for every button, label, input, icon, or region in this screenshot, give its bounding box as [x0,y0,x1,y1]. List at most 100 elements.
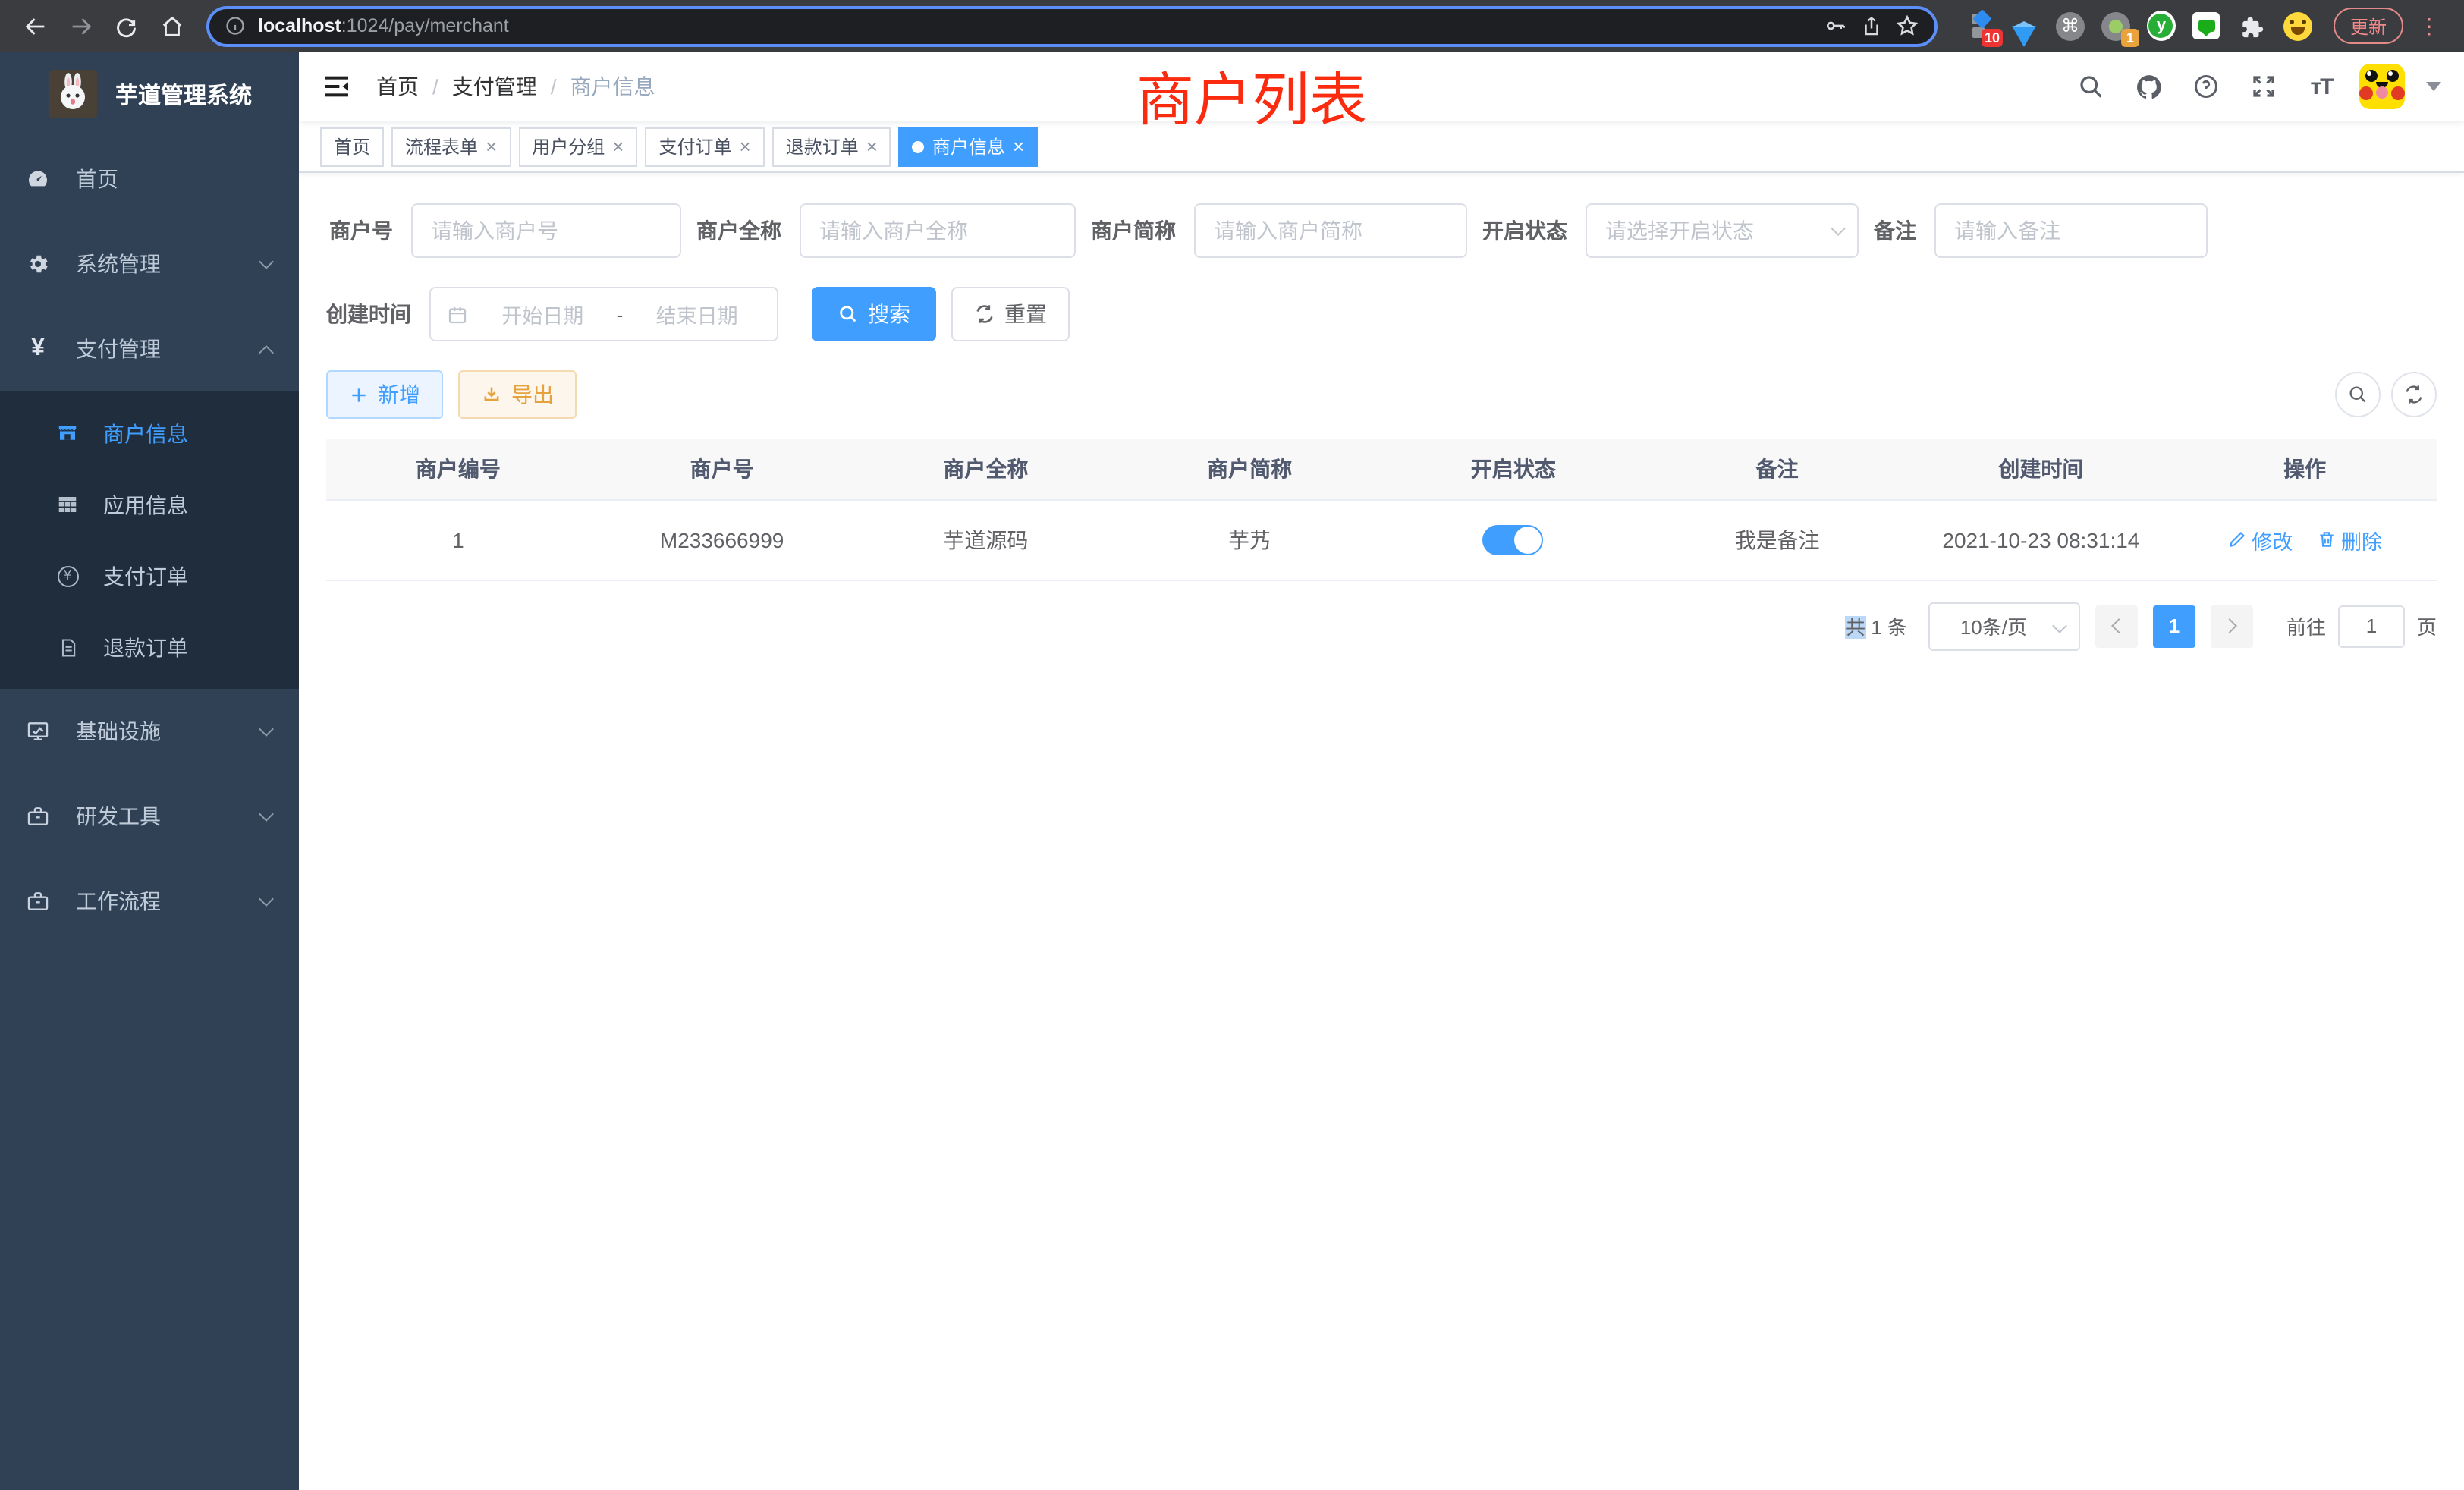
chevron-down-icon [259,806,274,822]
bookmark-star-icon[interactable] [1895,14,1919,38]
show-search-toggle-button[interactable] [2335,372,2381,417]
status-select[interactable]: 请选择开启状态 [1586,203,1859,258]
breadcrumb-separator: / [432,74,438,99]
extension-recorder-icon[interactable]: 1 [2101,11,2130,40]
remark-input[interactable] [1934,203,2208,258]
tab-home[interactable]: 首页 [320,127,384,166]
status-toggle[interactable] [1483,524,1544,555]
site-info-icon[interactable] [225,15,246,36]
extension-gem-icon[interactable] [2010,11,2039,40]
header-search-icon[interactable] [2071,67,2110,106]
filter-status: 开启状态 请选择开启状态 [1482,203,1859,258]
extension-command-icon[interactable]: ⌘ [2056,11,2085,40]
refresh-table-button[interactable] [2391,372,2437,417]
sidebar-item-payment[interactable]: ¥ 支付管理 [0,306,299,391]
help-icon[interactable] [2186,67,2226,106]
prev-page-button[interactable] [2095,605,2138,647]
sidebar-collapse-icon[interactable] [322,71,352,102]
col-merchant-id: 商户编号 [326,439,590,499]
screen: localhost:1024/pay/merchant 10 ⌘ 1 y [0,0,2464,1490]
tab-pay-order[interactable]: 支付订单× [645,127,764,166]
field-label: 商户简称 [1091,215,1194,246]
yen-icon: ¥ [26,337,50,361]
filter-row-1: 商户号 商户全称 商户简称 开启状态 请选择开启状态 [326,203,2437,258]
add-button[interactable]: 新增 [326,370,443,419]
logo-rabbit-image [49,70,97,118]
browser-update-button[interactable]: 更新 [2334,8,2403,44]
chevron-down-icon [259,254,274,269]
close-icon[interactable]: × [866,137,878,156]
share-icon[interactable] [1860,14,1883,37]
toolbox-icon [26,804,50,828]
close-icon[interactable]: × [740,137,751,156]
close-icon[interactable]: × [1013,137,1024,156]
address-bar[interactable]: localhost:1024/pay/merchant [206,5,1938,46]
sidebar-item-home[interactable]: 首页 [0,137,299,222]
tab-refund-order[interactable]: 退款订单× [772,127,891,166]
github-icon[interactable] [2129,67,2168,106]
font-size-icon[interactable]: тT [2302,67,2341,106]
user-avatar[interactable] [2359,64,2405,109]
extension-y-icon[interactable]: y [2147,11,2176,40]
extensions-puzzle-icon[interactable] [2238,11,2267,40]
total-count: 共 1 条 [1846,611,1907,640]
field-label: 备注 [1874,215,1934,246]
avatar-caret-icon[interactable] [2426,82,2441,91]
download-icon [481,384,502,405]
browser-forward-button[interactable] [61,6,100,46]
filter-full-name: 商户全称 [696,203,1076,258]
sidebar-item-system[interactable]: 系统管理 [0,222,299,306]
short-name-input[interactable] [1194,203,1467,258]
page-size-select[interactable]: 10条/页 [1928,602,2080,650]
browser-toolbar: localhost:1024/pay/merchant 10 ⌘ 1 y [0,0,2464,52]
tab-merchant-info[interactable]: 商户信息× [899,127,1038,166]
sidebar-item-pay-order[interactable]: ¥ 支付订单 [0,540,299,611]
goto-page-input[interactable] [2338,605,2405,647]
page-unit-label: 页 [2417,611,2437,640]
full-name-input[interactable] [800,203,1076,258]
sidebar-item-label: 退款订单 [103,632,188,662]
cell-merchant-no: M233666999 [590,499,854,580]
fullscreen-icon[interactable] [2244,67,2283,106]
sidebar-logo[interactable]: 芋道管理系统 [0,52,299,137]
password-key-icon[interactable] [1824,14,1848,38]
export-button[interactable]: 导出 [458,370,577,419]
breadcrumb-home[interactable]: 首页 [376,71,419,102]
sidebar-item-dev-tools[interactable]: 研发工具 [0,774,299,859]
sidebar-item-infrastructure[interactable]: 基础设施 [0,689,299,774]
breadcrumb-separator: / [551,74,557,99]
chevron-right-icon [2222,618,2237,633]
breadcrumb-payment[interactable]: 支付管理 [452,71,537,102]
field-label: 创建时间 [326,299,429,329]
cell-full-name: 芋道源码 [854,499,1118,580]
sidebar-item-refund-order[interactable]: 退款订单 [0,611,299,683]
extension-blocks-icon[interactable]: 10 [1965,11,1994,40]
browser-menu-kebab-icon[interactable]: ⋮ [2409,6,2449,46]
sidebar-item-workflow[interactable]: 工作流程 [0,859,299,944]
browser-back-button[interactable] [15,6,55,46]
tab-user-group[interactable]: 用户分组× [518,127,637,166]
chevron-down-icon [259,891,274,907]
extension-chat-icon[interactable] [2192,11,2221,40]
date-range-picker[interactable]: 开始日期 - 结束日期 [429,287,778,341]
sidebar-item-app-info[interactable]: 应用信息 [0,469,299,540]
tab-process-form[interactable]: 流程表单× [391,127,511,166]
browser-home-button[interactable] [152,6,191,46]
merchant-no-input[interactable] [411,203,681,258]
close-icon[interactable]: × [486,137,497,156]
edit-link[interactable]: 修改 [2227,524,2293,555]
search-button[interactable]: 搜索 [812,287,936,341]
reset-button[interactable]: 重置 [951,287,1070,341]
trash-icon [2317,530,2337,549]
sidebar-item-label: 首页 [76,164,272,194]
page-content: 商户号 商户全称 商户简称 开启状态 请选择开启状态 [299,173,2464,650]
delete-link[interactable]: 删除 [2317,524,2382,555]
app-title: 芋道管理系统 [115,78,252,110]
browser-reload-button[interactable] [106,6,146,46]
monitor-icon [26,719,50,743]
next-page-button[interactable] [2211,605,2253,647]
close-icon[interactable]: × [612,137,624,156]
profile-emoji-icon[interactable] [2283,11,2312,40]
sidebar-item-merchant-info[interactable]: 商户信息 [0,398,299,469]
page-number-button[interactable]: 1 [2153,605,2195,647]
